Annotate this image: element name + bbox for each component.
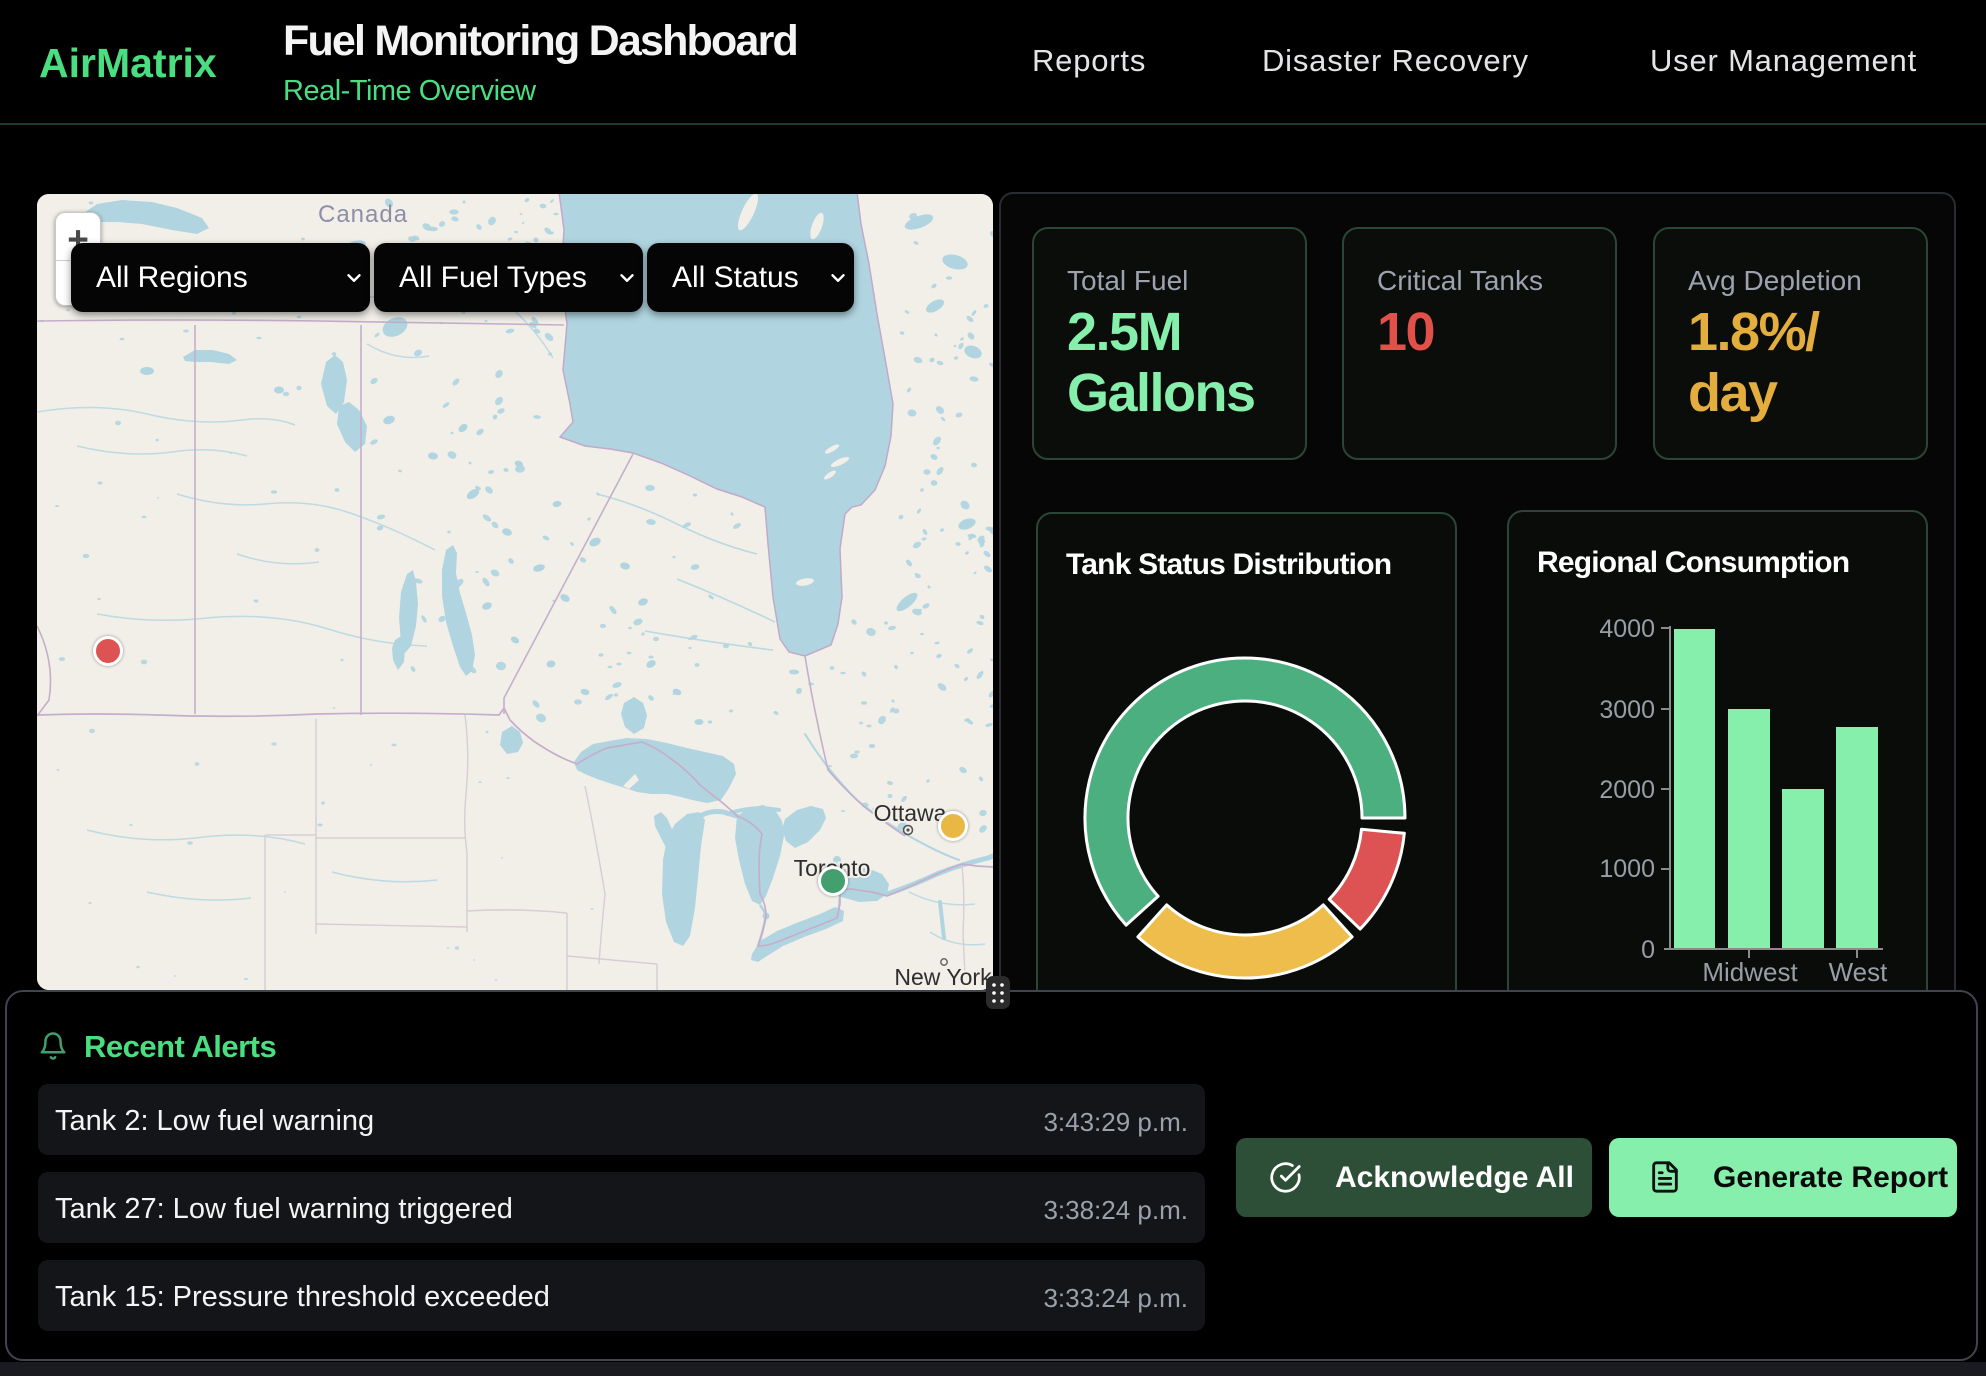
svg-text:4000: 4000 [1599,615,1655,643]
svg-text:New York: New York [894,964,992,990]
svg-text:1000: 1000 [1599,855,1655,883]
svg-text:Ottawa: Ottawa [874,800,947,826]
svg-text:Midwest: Midwest [1702,957,1798,987]
svg-text:3000: 3000 [1599,696,1655,724]
svg-text:2000: 2000 [1599,776,1655,804]
svg-text:Canada: Canada [318,201,408,228]
svg-text:West: West [1829,957,1889,987]
svg-text:0: 0 [1641,936,1655,964]
